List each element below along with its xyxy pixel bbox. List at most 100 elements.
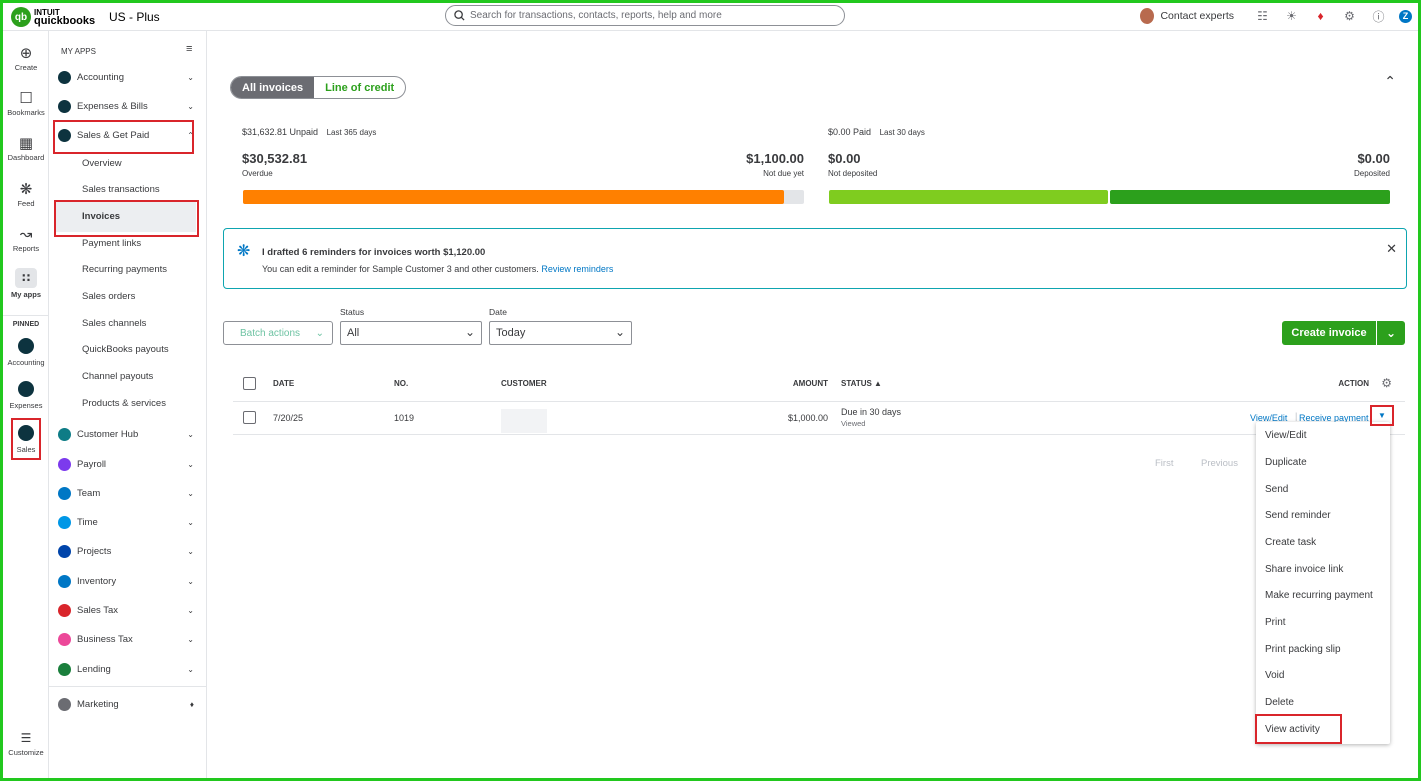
- tab-line-of-credit[interactable]: Line of credit: [314, 77, 405, 98]
- nav-inventory[interactable]: Inventory ⌄: [58, 571, 198, 591]
- nav-sub-invoices[interactable]: Invoices: [82, 211, 120, 222]
- pager-previous[interactable]: Previous: [1201, 458, 1238, 469]
- contact-experts-link[interactable]: Contact experts: [1160, 10, 1234, 22]
- help-icon[interactable]: ⓘ: [1364, 7, 1393, 25]
- col-amount[interactable]: AMOUNT: [793, 379, 828, 388]
- chevron-down-icon: ⌄: [315, 327, 324, 339]
- deposited-amount[interactable]: $0.00: [1357, 151, 1390, 166]
- menu-send[interactable]: Send: [1265, 484, 1288, 495]
- rail-feed[interactable]: ❋ Feed: [3, 179, 49, 208]
- menu-send-reminder[interactable]: Send reminder: [1265, 510, 1331, 521]
- rail-pinned-sales[interactable]: Sales: [3, 425, 49, 454]
- menu-view-activity[interactable]: View activity: [1265, 724, 1320, 735]
- create-invoice-dropdown[interactable]: ⌄: [1377, 321, 1405, 345]
- row-status: Due in 30 days: [841, 407, 902, 417]
- nav-accounting[interactable]: Accounting ⌄: [58, 67, 198, 87]
- nav-sub-sales-channels[interactable]: Sales channels: [82, 318, 146, 329]
- nav-sub-sales-orders[interactable]: Sales orders: [82, 291, 135, 302]
- nav-sales-get-paid[interactable]: Sales & Get Paid ⌃: [58, 125, 198, 145]
- nav-sub-quickbooks-payouts[interactable]: QuickBooks payouts: [82, 344, 169, 355]
- select-all-checkbox[interactable]: [243, 377, 256, 390]
- gear-icon[interactable]: ⚙: [1335, 7, 1364, 25]
- quickbooks-logo[interactable]: qb INTUIT quickbooks: [11, 7, 95, 27]
- user-avatar[interactable]: Z: [1399, 9, 1412, 23]
- deposited-label: Deposited: [1353, 169, 1390, 178]
- col-status[interactable]: STATUS ▲: [841, 379, 882, 388]
- logo-quickbooks: quickbooks: [34, 15, 96, 27]
- col-date[interactable]: DATE: [273, 379, 294, 388]
- nav-marketing[interactable]: Marketing ♦: [58, 694, 198, 714]
- nav-sub-sales-transactions[interactable]: Sales transactions: [82, 184, 160, 195]
- nav-sub-channel-payouts[interactable]: Channel payouts: [82, 371, 153, 382]
- notdeposited-bar[interactable]: [829, 190, 1108, 204]
- sales-icon: [58, 128, 71, 142]
- nav-sub-payment-links[interactable]: Payment links: [82, 238, 141, 249]
- nav-customer-hub[interactable]: Customer Hub ⌄: [58, 424, 198, 444]
- rail-customize[interactable]: ☰ Customize: [3, 728, 49, 757]
- batch-actions-button[interactable]: Batch actions ⌄: [223, 321, 333, 345]
- nav-lending[interactable]: Lending ⌄: [58, 659, 198, 679]
- menu-view-edit[interactable]: View/Edit: [1265, 430, 1307, 441]
- row-checkbox[interactable]: [243, 411, 256, 424]
- menu-print[interactable]: Print: [1265, 617, 1286, 628]
- close-icon[interactable]: ✕: [1386, 241, 1397, 257]
- search-input[interactable]: Search for transactions, contacts, repor…: [445, 5, 845, 26]
- bell-icon[interactable]: ♦: [1306, 7, 1335, 25]
- row-action-dropdown-icon[interactable]: ▼: [1378, 411, 1386, 420]
- rail-dashboard[interactable]: ▦ Dashboard: [3, 133, 49, 162]
- nav-sales-tax[interactable]: Sales Tax ⌄: [58, 600, 198, 620]
- nav-divider: [49, 686, 207, 687]
- lightbulb-icon[interactable]: ☀: [1277, 7, 1306, 25]
- table-settings-gear-icon[interactable]: ⚙: [1381, 376, 1392, 390]
- notdeposited-amount[interactable]: $0.00: [828, 151, 861, 166]
- menu-print-packing-slip[interactable]: Print packing slip: [1265, 644, 1341, 655]
- nav-expenses[interactable]: Expenses & Bills ⌄: [58, 96, 198, 116]
- rail-pinned-accounting[interactable]: Accounting: [3, 338, 49, 367]
- collapse-nav-icon[interactable]: ≡: [186, 43, 192, 55]
- menu-share-invoice-link[interactable]: Share invoice link: [1265, 564, 1343, 575]
- date-select[interactable]: Today ⌄: [489, 321, 632, 345]
- rail-bookmarks[interactable]: ☐ Bookmarks: [3, 88, 49, 117]
- nav-projects[interactable]: Projects ⌄: [58, 541, 198, 561]
- status-select[interactable]: All ⌄: [340, 321, 482, 345]
- rail-my-apps[interactable]: ∷ My apps: [3, 268, 49, 299]
- sales-icon: [18, 425, 34, 441]
- menu-delete[interactable]: Delete: [1265, 697, 1294, 708]
- pager-first[interactable]: First: [1155, 458, 1173, 469]
- clipboard-icon[interactable]: ☷: [1248, 7, 1277, 25]
- expert-avatar: [1140, 8, 1155, 24]
- menu-void[interactable]: Void: [1265, 670, 1284, 681]
- col-no[interactable]: NO.: [394, 379, 408, 388]
- nav-time[interactable]: Time ⌄: [58, 512, 198, 532]
- tab-all-invoices[interactable]: All invoices: [231, 77, 315, 98]
- nav-payroll[interactable]: Payroll ⌄: [58, 454, 198, 474]
- pinned-label: PINNED: [12, 321, 40, 328]
- main-content: All invoices Line of credit ⌃ $31,632.81…: [207, 31, 1418, 778]
- notdue-amount[interactable]: $1,100.00: [746, 151, 804, 166]
- my-apps-header: MY APPS: [61, 47, 96, 56]
- time-icon: [58, 515, 71, 529]
- collapse-summary-icon[interactable]: ⌃: [1384, 73, 1396, 90]
- rail-reports[interactable]: ↝ Reports: [3, 224, 49, 253]
- date-label: Date: [489, 307, 507, 317]
- nav-sub-overview[interactable]: Overview: [82, 158, 122, 169]
- col-customer[interactable]: CUSTOMER: [501, 379, 547, 388]
- menu-create-task[interactable]: Create task: [1265, 537, 1316, 548]
- rail-pinned-expenses[interactable]: Expenses: [3, 381, 49, 410]
- overdue-bar[interactable]: [243, 190, 784, 204]
- deposited-bar[interactable]: [1110, 190, 1390, 204]
- overdue-amount[interactable]: $30,532.81: [242, 151, 307, 166]
- menu-make-recurring-payment[interactable]: Make recurring payment: [1265, 590, 1373, 601]
- team-icon: [58, 486, 71, 500]
- create-invoice-button[interactable]: Create invoice: [1282, 321, 1377, 345]
- nav-business-tax[interactable]: Business Tax ⌄: [58, 629, 198, 649]
- nav-team[interactable]: Team ⌄: [58, 483, 198, 503]
- sparkle-icon: ❋: [19, 181, 33, 198]
- overdue-label: Overdue: [242, 169, 273, 178]
- menu-duplicate[interactable]: Duplicate: [1265, 457, 1307, 468]
- review-reminders-link[interactable]: Review reminders: [541, 264, 613, 274]
- nav-sub-recurring-payments[interactable]: Recurring payments: [82, 264, 167, 275]
- rail-create[interactable]: ⊕ Create: [3, 43, 49, 72]
- nav-sub-products-services[interactable]: Products & services: [82, 398, 166, 409]
- chevron-down-icon: ⌄: [464, 325, 475, 339]
